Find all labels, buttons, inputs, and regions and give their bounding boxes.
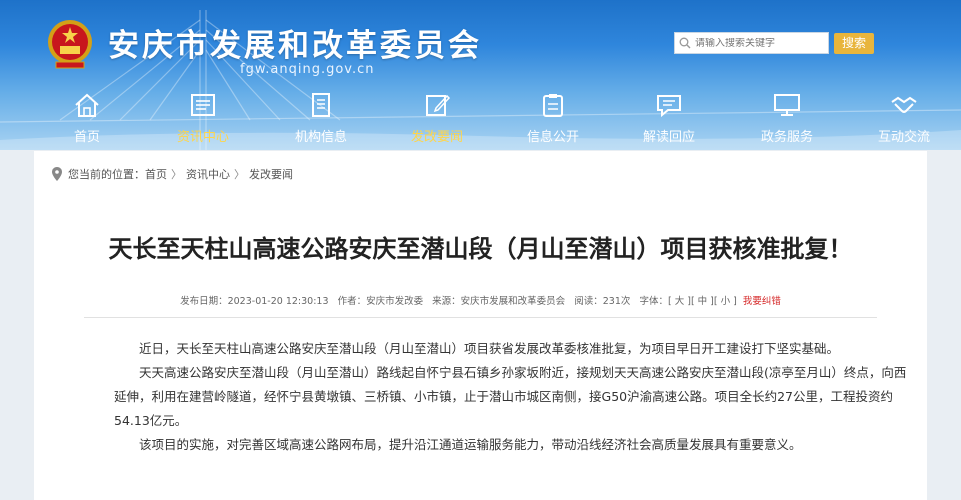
message-icon (657, 95, 681, 118)
article-title: 天长至天柱山高速公路安庆至潜山段（月山至潜山）项目获核准批复！ (108, 235, 853, 263)
search-button[interactable]: 搜索 (834, 33, 874, 54)
nav-item-interaction[interactable]: 互动交流 (849, 92, 959, 145)
font-large-button[interactable]: [ 大 ] (668, 296, 691, 307)
nav-label: 解读回应 (642, 130, 695, 145)
site-header: 安庆市发展和改革委员会 fgw.anqing.gov.cn 搜索 首页 资讯中心… (0, 0, 961, 150)
article-paragraph: 近日，天长至天柱山高速公路安庆至潜山段（月山至潜山）项目获省发展改革委核准批复，… (139, 341, 840, 356)
breadcrumb-separator: 〉 (171, 168, 182, 181)
author: 安庆市发改委 (366, 296, 424, 307)
document-icon (312, 93, 330, 117)
published-label: 发布日期： (180, 296, 228, 307)
clipboard-icon (543, 94, 563, 117)
site-title: 安庆市发展和改革委员会 (108, 28, 482, 64)
font-small-button[interactable]: [ 小 ] (714, 296, 737, 307)
nav-label: 互动交流 (877, 130, 930, 145)
article-body: 近日，天长至天柱山高速公路安庆至潜山段（月山至潜山）项目获省发展改革委核准批复，… (114, 337, 914, 457)
news-icon (191, 94, 215, 116)
location-pin-icon (52, 167, 62, 181)
meta-divider (84, 317, 877, 318)
nav-item-home[interactable]: 首页 (32, 92, 142, 145)
published-date: 2023-01-20 12:30:13 (227, 296, 329, 307)
home-icon (75, 93, 99, 117)
nav-label: 首页 (73, 130, 100, 145)
error-report-link[interactable]: 我要纠错 (743, 296, 781, 307)
nav-item-news-center[interactable]: 资讯中心 (148, 92, 258, 145)
nav-item-org-info[interactable]: 机构信息 (266, 92, 376, 145)
nav-item-gov-services[interactable]: 政务服务 (732, 92, 842, 145)
search-input[interactable] (691, 37, 821, 49)
breadcrumb-home[interactable]: 首页 (145, 166, 167, 182)
breadcrumb-news-center[interactable]: 资讯中心 (186, 166, 230, 182)
source-label: 来源： (432, 296, 461, 307)
views-label: 阅读： (574, 296, 603, 307)
nav-item-interpretation[interactable]: 解读回应 (614, 92, 724, 145)
views-count: 231次 (602, 296, 631, 307)
article-container: 您当前的位置： 首页 〉 资讯中心 〉 发改要闻 天长至天柱山高速公路安庆至潜山… (34, 151, 927, 500)
author-label: 作者： (337, 296, 367, 307)
nav-label: 政务服务 (760, 130, 813, 145)
breadcrumb: 您当前的位置： 首页 〉 资讯中心 〉 发改要闻 (52, 166, 293, 182)
national-emblem-icon (48, 20, 92, 69)
nav-label: 机构信息 (294, 130, 347, 145)
font-medium-button[interactable]: [ 中 ] (691, 296, 714, 307)
monitor-icon (774, 94, 800, 116)
article-meta: 发布日期：2023-01-20 12:30:13 作者：安庆市发改委 来源：安庆… (34, 293, 927, 307)
article-paragraph: 天天高速公路安庆至潜山段（月山至潜山）路线起自怀宁县石镇乡孙家坂附近，接规划天天… (114, 365, 907, 428)
font-size-label: 字体： (639, 296, 668, 307)
breadcrumb-separator: 〉 (234, 168, 245, 181)
handshake-icon (891, 96, 917, 113)
breadcrumb-prefix: 您当前的位置： (68, 168, 145, 181)
nav-label: 资讯中心 (176, 130, 229, 145)
breadcrumb-dev-news[interactable]: 发改要闻 (249, 166, 293, 182)
nav-label: 发改要闻 (410, 130, 463, 145)
main-nav: 首页 资讯中心 机构信息 发改要闻 信息公开 解读回应 政务服务 互动交流 (0, 92, 961, 148)
article-paragraph: 该项目的实施，对完善区域高速公路网布局，提升沿江通道运输服务能力，带动沿线经济社… (139, 437, 802, 452)
source: 安庆市发展和改革委员会 (460, 296, 566, 307)
edit-icon (426, 94, 451, 116)
search-box (674, 32, 829, 54)
nav-item-info-disclosure[interactable]: 信息公开 (498, 92, 608, 145)
site-url: fgw.anqing.gov.cn (240, 62, 375, 77)
search-icon (679, 37, 691, 49)
nav-label: 信息公开 (526, 130, 579, 145)
nav-item-dev-news[interactable]: 发改要闻 (382, 92, 492, 145)
